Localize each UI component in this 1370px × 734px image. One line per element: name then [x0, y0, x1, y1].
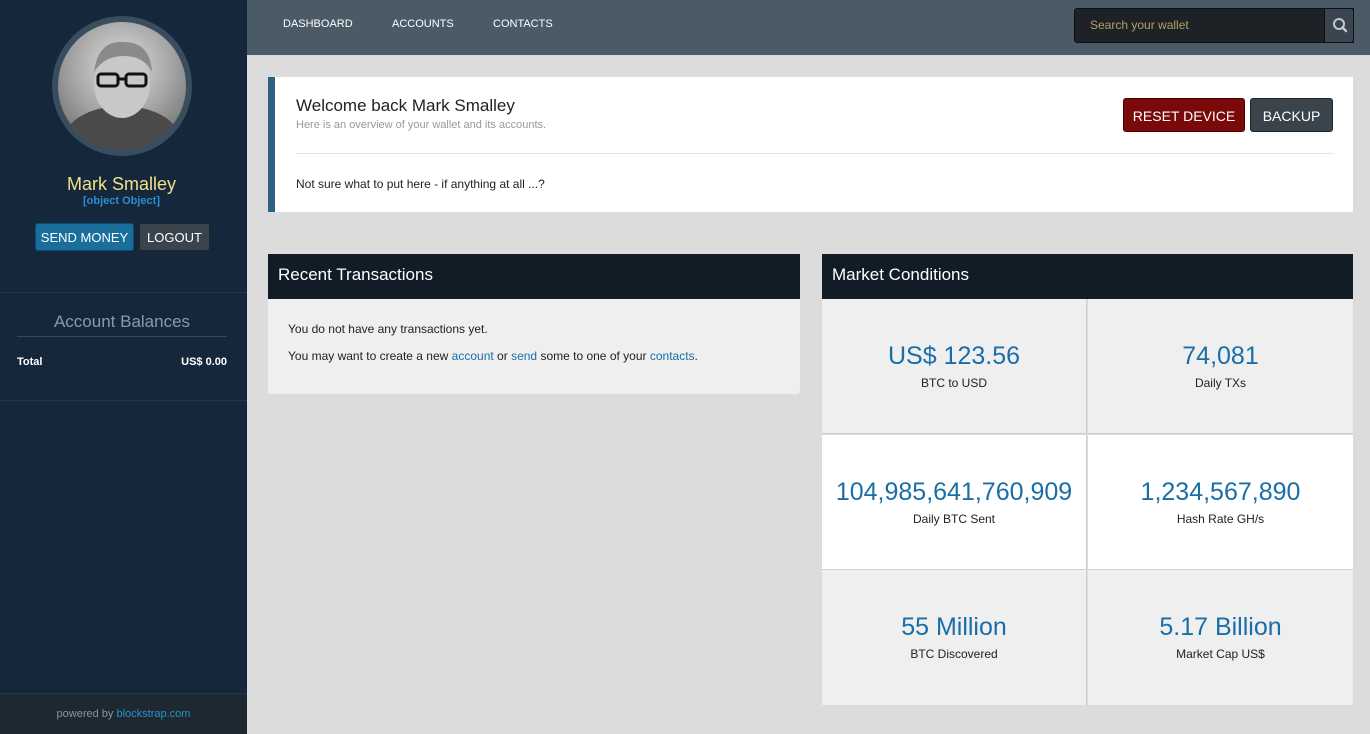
hint-text: You may want to create a new — [288, 349, 449, 363]
divider — [0, 292, 247, 293]
hint-text: or — [497, 349, 508, 363]
contacts-link[interactable]: contacts — [650, 349, 695, 363]
sidebar-footer: powered by blockstrap.com — [0, 693, 247, 734]
market-cell-btc-usd: US$ 123.56 BTC to USD — [822, 299, 1087, 434]
market-label: Daily BTC Sent — [912, 512, 996, 526]
recent-transactions-body: You do not have any transactions yet. Yo… — [268, 299, 800, 394]
market-label: BTC to USD — [920, 376, 987, 390]
divider — [296, 153, 1333, 154]
search-button[interactable] — [1324, 8, 1354, 43]
total-label: Total — [17, 356, 43, 368]
no-transactions-text: You do not have any transactions yet. — [288, 322, 488, 336]
market-label: Daily TXs — [1194, 376, 1247, 390]
nav-contacts[interactable]: CONTACTS — [493, 18, 553, 30]
account-link[interactable]: account — [452, 349, 494, 363]
market-label: BTC Discovered — [910, 647, 998, 661]
search-input[interactable] — [1090, 18, 1330, 32]
backup-button[interactable]: BACKUP — [1250, 98, 1333, 132]
hint-text: . — [694, 349, 698, 363]
send-money-button[interactable]: SEND MONEY — [35, 223, 134, 251]
nav-accounts[interactable]: ACCOUNTS — [392, 18, 454, 30]
divider — [0, 400, 247, 401]
top-nav: DASHBOARD ACCOUNTS CONTACTS — [247, 0, 1370, 55]
search-box — [1074, 8, 1354, 43]
user-name: Mark Smalley — [66, 174, 177, 194]
sidebar: Mark Smalley [object Object] SEND MONEY … — [0, 0, 247, 734]
welcome-panel: Welcome back Mark Smalley Here is an ove… — [268, 77, 1353, 212]
market-conditions-header: Market Conditions — [822, 254, 1353, 299]
footer-prefix: powered by — [56, 708, 114, 720]
welcome-subtitle: Here is an overview of your wallet and i… — [296, 119, 547, 131]
logout-button[interactable]: LOGOUT — [139, 223, 210, 251]
market-cell-daily-btc-sent: 104,985,641,760,909 Daily BTC Sent — [822, 435, 1087, 570]
welcome-title: Welcome back Mark Smalley — [296, 96, 515, 115]
search-icon — [1333, 18, 1348, 33]
market-value: 1,234,567,890 — [1140, 478, 1301, 506]
market-value: US$ 123.56 — [887, 342, 1021, 370]
reset-device-button[interactable]: RESET DEVICE — [1123, 98, 1245, 132]
market-label: Hash Rate GH/s — [1176, 512, 1265, 526]
market-conditions-grid: US$ 123.56 BTC to USD 74,081 Daily TXs 1… — [822, 299, 1353, 705]
total-value: US$ 0.00 — [181, 356, 227, 368]
market-label: Market Cap US$ — [1176, 647, 1265, 661]
hint-text: some to one of your — [540, 349, 647, 363]
nav-dashboard[interactable]: DASHBOARD — [283, 18, 353, 30]
market-cell-market-cap: 5.17 Billion Market Cap US$ — [1088, 570, 1353, 705]
market-cell-btc-discovered: 55 Million BTC Discovered — [822, 570, 1087, 705]
send-link[interactable]: send — [511, 349, 537, 363]
transactions-hint: You may want to create a new account or … — [288, 349, 698, 363]
market-value: 55 Million — [901, 613, 1007, 641]
account-balances-title: Account Balances — [17, 312, 227, 337]
market-value: 5.17 Billion — [1159, 613, 1282, 641]
footer-link[interactable]: blockstrap.com — [116, 708, 190, 720]
welcome-note: Not sure what to put here - if anything … — [296, 177, 545, 191]
recent-transactions-header: Recent Transactions — [268, 254, 800, 299]
market-cell-daily-txs: 74,081 Daily TXs — [1088, 299, 1353, 434]
user-subtitle: [object Object] — [82, 195, 160, 207]
avatar-photo — [58, 22, 186, 150]
market-value: 104,985,641,760,909 — [835, 478, 1073, 506]
avatar[interactable] — [52, 16, 192, 156]
market-cell-hash-rate: 1,234,567,890 Hash Rate GH/s — [1088, 435, 1353, 570]
market-value: 74,081 — [1182, 342, 1259, 370]
